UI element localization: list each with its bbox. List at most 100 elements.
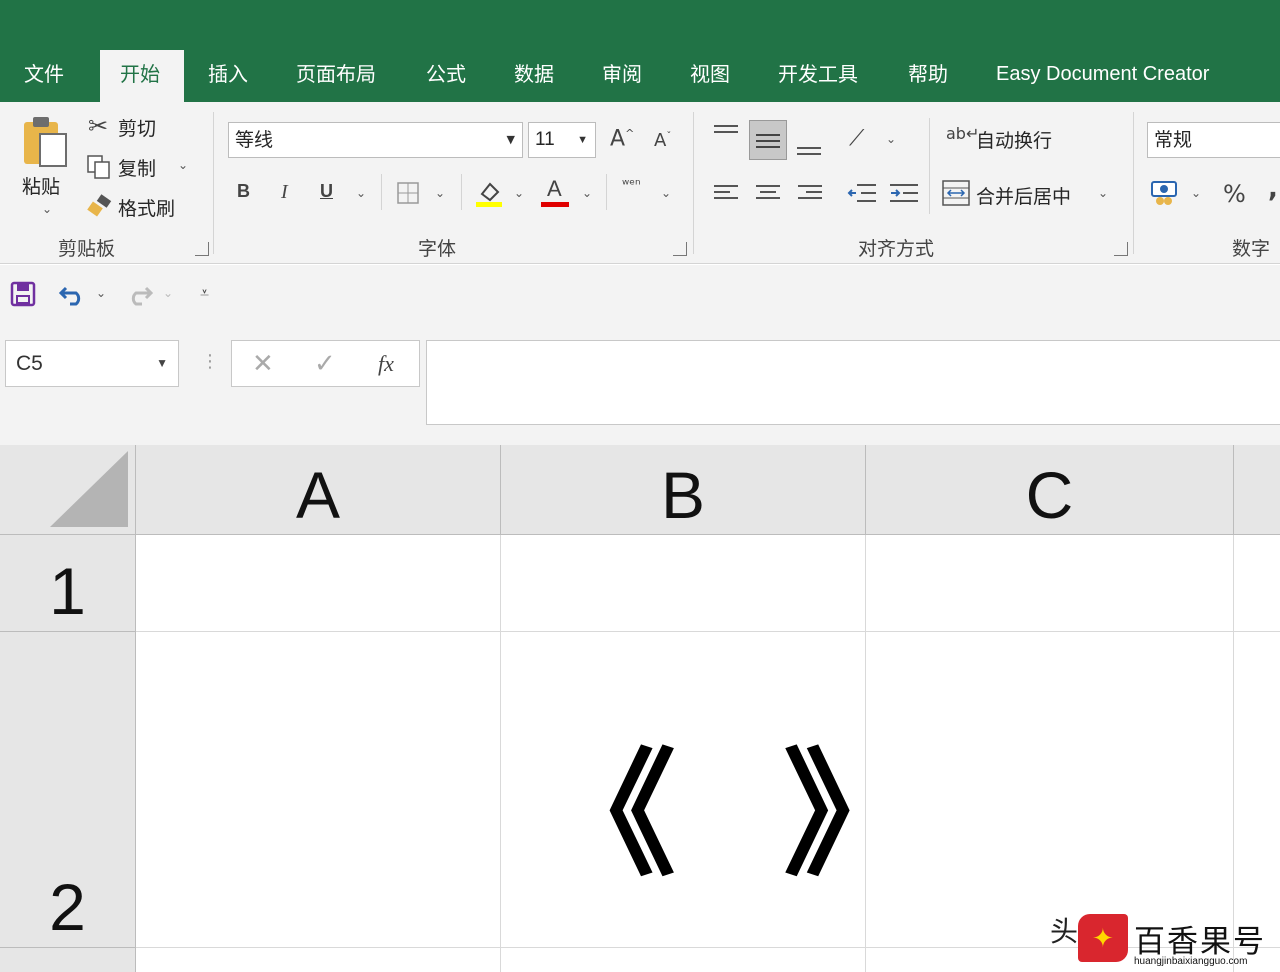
name-box[interactable]: C5 ▼ <box>5 340 179 387</box>
cell-a2[interactable] <box>136 632 501 948</box>
phonetic-guide-icon[interactable]: ʷᵉⁿ <box>622 178 641 192</box>
formula-bar-area: C5 ▼ ⋮ ✕ ✓ fx <box>0 323 1280 445</box>
tab-view[interactable]: 视图 <box>670 50 750 102</box>
chevron-down-icon: ▼ <box>506 133 515 146</box>
alignment-group-label: 对齐方式 <box>858 238 935 260</box>
tab-file[interactable]: 文件 <box>4 50 84 102</box>
align-bottom-icon[interactable] <box>796 138 822 158</box>
font-size-combo[interactable]: 11 ▼ <box>528 122 596 158</box>
column-header-b[interactable]: B <box>501 445 866 535</box>
font-name-combo[interactable]: 等线 ▼ <box>228 122 523 158</box>
align-center-icon[interactable] <box>755 184 781 204</box>
tab-data[interactable]: 数据 <box>494 50 574 102</box>
format-painter-button[interactable]: 格式刷 <box>86 192 196 224</box>
group-separator <box>1133 112 1134 254</box>
row-header-3[interactable] <box>0 948 136 972</box>
scissors-icon: ✂ <box>88 112 109 140</box>
align-right-icon[interactable] <box>797 184 823 204</box>
increase-font-size-icon[interactable]: A^ <box>610 128 634 150</box>
name-box-value: C5 <box>16 352 43 375</box>
chevron-down-icon[interactable]: ⌄ <box>96 286 106 300</box>
select-all-button[interactable] <box>0 445 136 535</box>
column-header-a[interactable]: A <box>136 445 501 535</box>
paste-button[interactable]: 粘贴 ⌄ <box>18 114 74 224</box>
chevron-down-icon[interactable]: ⌄ <box>1098 186 1108 200</box>
align-left-icon[interactable] <box>713 184 739 204</box>
chevron-down-icon[interactable]: ⌄ <box>1191 186 1201 200</box>
cut-button[interactable]: ✂ 剪切 <box>86 112 176 144</box>
borders-icon[interactable] <box>397 182 419 204</box>
cut-label: 剪切 <box>118 118 157 140</box>
cell-b1[interactable] <box>501 535 866 632</box>
number-group-label: 数字 <box>1232 238 1271 260</box>
dialog-launcher-icon[interactable] <box>1114 242 1128 256</box>
wrap-text-button[interactable]: ab↵ 自动换行 <box>944 124 1074 158</box>
font-color-swatch <box>541 202 569 207</box>
dialog-launcher-icon[interactable] <box>673 242 687 256</box>
chevron-down-icon[interactable]: ▼ <box>156 341 168 386</box>
accounting-format-icon[interactable] <box>1151 180 1181 206</box>
tab-review[interactable]: 审阅 <box>582 50 662 102</box>
ribbon-tab-bar: 文件 开始 插入 页面布局 公式 数据 审阅 视图 开发工具 帮助 Easy D… <box>0 0 1280 102</box>
column-header-c[interactable]: C <box>866 445 1234 535</box>
chevron-down-icon: ▼ <box>577 134 588 146</box>
text-orientation-icon[interactable]: ⟋ <box>849 128 864 150</box>
chevron-down-icon[interactable]: ⌄ <box>582 186 592 200</box>
tab-home[interactable]: 开始 <box>100 50 184 102</box>
underline-button[interactable]: U <box>320 182 333 200</box>
number-format-combo[interactable]: 常规 <box>1147 122 1280 158</box>
decrease-indent-icon[interactable] <box>847 182 877 204</box>
enter-check-icon[interactable]: ✓ <box>314 351 336 377</box>
ribbon: 粘贴 ⌄ ✂ 剪切 复制 ⌄ 格式刷 剪贴板 等线 ▼ 11 ▼ A^ Aˇ B… <box>0 102 1280 264</box>
align-top-icon[interactable] <box>713 124 739 144</box>
copy-label: 复制 <box>118 158 157 180</box>
insert-function-icon[interactable]: fx <box>378 353 394 375</box>
save-icon[interactable] <box>10 281 36 307</box>
comma-style-button[interactable]: , <box>1268 176 1278 202</box>
column-header-d[interactable] <box>1234 445 1280 535</box>
tab-page-layout[interactable]: 页面布局 <box>276 50 396 102</box>
tab-insert[interactable]: 插入 <box>188 50 268 102</box>
tab-help[interactable]: 帮助 <box>888 50 968 102</box>
dialog-launcher-icon[interactable] <box>195 242 209 256</box>
tab-formulas[interactable]: 公式 <box>406 50 486 102</box>
chevron-down-icon[interactable]: ⌄ <box>178 158 188 172</box>
chevron-down-icon[interactable]: ⌄ <box>435 186 445 200</box>
cell-a1[interactable] <box>136 535 501 632</box>
chevron-down-icon[interactable]: ⌄ <box>886 132 896 146</box>
percent-style-button[interactable]: % <box>1223 182 1246 206</box>
chevron-down-icon[interactable]: ⌄ <box>163 286 173 300</box>
chevron-down-icon[interactable]: ⌄ <box>661 186 671 200</box>
redo-icon[interactable] <box>124 282 154 306</box>
copy-icon <box>87 155 110 179</box>
chevron-down-icon[interactable]: ⌄ <box>356 186 366 200</box>
formula-input[interactable] <box>426 340 1280 425</box>
italic-button[interactable]: I <box>281 182 288 202</box>
customize-toolbar-icon[interactable]: ⩡ <box>200 285 209 301</box>
row-header-2[interactable]: 2 <box>0 632 136 948</box>
font-color-button[interactable]: A <box>541 178 569 208</box>
more-options-icon[interactable]: ⋮ <box>201 353 219 371</box>
undo-icon[interactable] <box>58 282 88 306</box>
copy-button[interactable]: 复制 ⌄ <box>86 152 196 184</box>
fill-color-icon[interactable] <box>474 178 504 208</box>
tab-developer[interactable]: 开发工具 <box>758 50 878 102</box>
bold-button[interactable]: B <box>237 182 250 200</box>
tab-easy-document-creator[interactable]: Easy Document Creator <box>976 50 1229 102</box>
merge-center-button[interactable]: 合并后居中 ⌄ <box>942 178 1114 212</box>
cancel-icon[interactable]: ✕ <box>252 351 274 377</box>
divider <box>381 174 382 210</box>
chevron-down-icon[interactable]: ⌄ <box>42 202 52 216</box>
group-separator <box>213 112 214 254</box>
decrease-font-size-icon[interactable]: Aˇ <box>654 132 671 150</box>
increase-indent-icon[interactable] <box>889 182 919 204</box>
cell-a3[interactable] <box>136 948 501 972</box>
align-middle-button[interactable] <box>749 120 787 160</box>
cell-d2[interactable] <box>1234 632 1280 948</box>
chevron-down-icon[interactable]: ⌄ <box>514 186 524 200</box>
row-header-1[interactable]: 1 <box>0 535 136 632</box>
format-painter-label: 格式刷 <box>118 198 176 220</box>
cell-b3[interactable] <box>501 948 866 972</box>
cell-d1[interactable] <box>1234 535 1280 632</box>
cell-c1[interactable] <box>866 535 1234 632</box>
